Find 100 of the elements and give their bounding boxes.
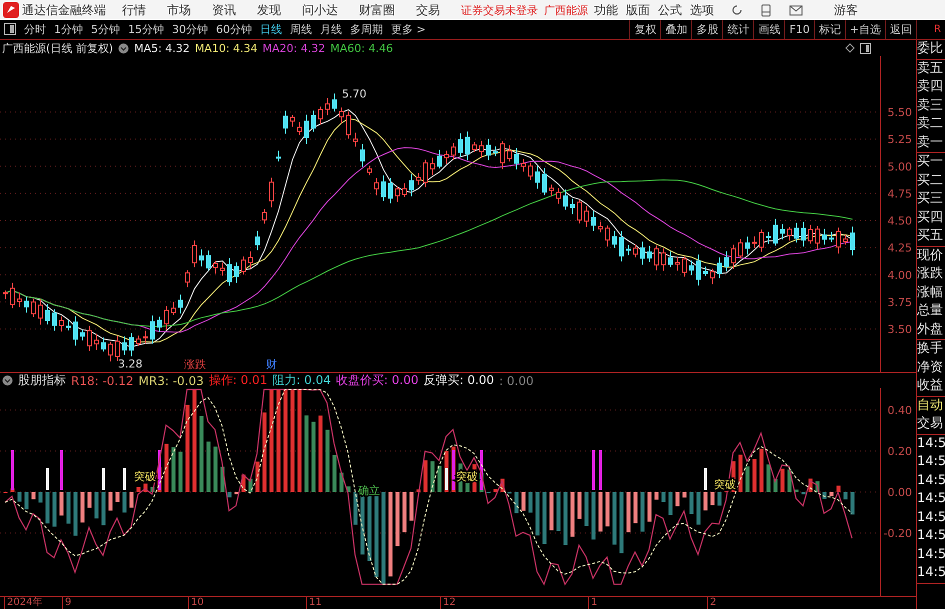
quote-field-label: 14:5: [917, 527, 945, 545]
quote-field-label: 外盘: [917, 320, 944, 338]
quote-field-label: 14:5: [917, 434, 945, 452]
corner-label: R: [916, 20, 945, 39]
price-axis-label: 4.25: [888, 242, 912, 255]
quote-field-label: 14:5: [917, 472, 945, 490]
signal-bar: [123, 468, 126, 490]
indicator-axis-label: 0.40: [888, 404, 912, 417]
quote-field-label: 换手: [917, 340, 944, 358]
mail-icon[interactable]: [789, 4, 803, 16]
menu-item[interactable]: 公式: [658, 2, 682, 18]
period-tab[interactable]: 30分钟: [168, 20, 212, 39]
event-marker[interactable]: 财: [266, 358, 277, 371]
indicator-value: 反弹买: 0.00: [423, 372, 494, 389]
period-tab[interactable]: 日线: [256, 20, 286, 39]
price-axis-label: 4.50: [888, 214, 912, 228]
quote-field-label: 14:5: [917, 508, 945, 526]
indicator-value: : 0.00: [499, 374, 534, 388]
signal-bar: [704, 468, 707, 490]
quote-field-label: 14:5: [917, 564, 945, 582]
toolbar-button[interactable]: F10: [784, 20, 814, 39]
price-axis-label: 5.50: [888, 106, 912, 119]
period-tab[interactable]: 60分钟: [212, 20, 256, 39]
date-axis-label: 11: [306, 597, 322, 609]
date-axis-label: 2: [707, 597, 716, 609]
period-tab[interactable]: 多周期: [346, 20, 387, 39]
date-axis-label: 10: [188, 597, 204, 609]
indicator-axis-label: -0.20: [884, 527, 912, 540]
period-tab[interactable]: 周线: [286, 20, 316, 39]
signal-bar: [46, 468, 49, 490]
period-tab[interactable]: 月线: [316, 20, 346, 39]
chart-title: 广西能源(日线 前复权): [2, 40, 114, 56]
quote-field-label: 现价: [917, 246, 944, 264]
ma-value: MA10: 4.34: [194, 42, 258, 54]
signal-bar: [445, 468, 448, 490]
ma-value: MA20: 4.32: [262, 42, 326, 54]
settings-icon[interactable]: [118, 42, 130, 54]
quote-field-label: 卖一: [917, 134, 944, 152]
menu-item[interactable]: 版面: [626, 2, 650, 18]
quote-field-label: 14:5: [917, 546, 945, 564]
signal-bar: [592, 450, 595, 490]
quote-field-label: 净资: [917, 358, 944, 376]
toolbar-button[interactable]: 画线: [753, 20, 784, 39]
toolbar-button[interactable]: 标记: [814, 20, 845, 39]
price-axis-label: 4.00: [888, 268, 912, 282]
price-axis-label: 4.75: [888, 187, 912, 200]
price-axis-label: 5.00: [888, 160, 912, 174]
low-price-label: 3.28: [118, 357, 142, 370]
toolbar-button[interactable]: +自选: [844, 20, 885, 39]
indicator-value: 阻力: 0.04: [272, 372, 331, 389]
period-tab[interactable]: 更多 >: [387, 20, 430, 39]
date-axis-label: 1: [588, 597, 598, 609]
settings-icon[interactable]: [2, 375, 13, 386]
price-axis-label: 3.75: [888, 296, 912, 309]
signal-bar: [60, 450, 63, 490]
refresh-icon[interactable]: [731, 4, 743, 16]
quote-field-label: 卖四: [917, 78, 944, 96]
panel-toggle-icon[interactable]: [4, 23, 16, 35]
signal-bar: [599, 450, 602, 490]
date-axis-label: 12: [440, 597, 456, 609]
menu-item[interactable]: 发现: [257, 2, 281, 18]
quote-field-label: 自动: [917, 396, 944, 414]
stock-link[interactable]: 广西能源: [544, 2, 588, 18]
login-notice: 证券交易未登录: [461, 2, 538, 18]
signal-bar: [452, 450, 455, 490]
high-price-label: 5.70: [342, 87, 366, 100]
quote-field-label: 买一: [917, 153, 944, 171]
user-label[interactable]: 游客: [834, 2, 858, 18]
toolbar-button[interactable]: 多股: [691, 20, 722, 39]
app-title: 通达信金融终端: [22, 2, 106, 18]
period-tab[interactable]: 5分钟: [87, 20, 124, 39]
period-tab[interactable]: 1分钟: [50, 20, 87, 39]
menu-item[interactable]: 行情: [122, 2, 146, 18]
menu-item[interactable]: 资讯: [212, 2, 236, 18]
menu-item[interactable]: 问小达: [302, 2, 338, 18]
indicator-value: R18: -0.12: [71, 374, 134, 388]
menu-item[interactable]: 市场: [167, 2, 191, 18]
price-axis-label: 5.25: [888, 133, 912, 146]
signal-bar: [102, 468, 105, 490]
ma-value: MA5: 4.32: [134, 42, 190, 54]
price-axis-label: 3.50: [888, 323, 912, 336]
menu-item[interactable]: 选项: [690, 2, 714, 18]
menu-item[interactable]: 财富圈: [359, 2, 395, 18]
toolbar-button[interactable]: 统计: [722, 20, 754, 39]
period-tab[interactable]: 15分钟: [124, 20, 168, 39]
menu-item[interactable]: 交易: [416, 2, 440, 18]
menu-item[interactable]: 功能: [594, 2, 618, 18]
toolbar-button[interactable]: 返回: [885, 20, 916, 39]
period-tab[interactable]: 分时: [20, 20, 50, 39]
quote-field-label: 买二: [917, 172, 944, 190]
indicator-value: MR3: -0.03: [138, 374, 204, 388]
panel-toggle-icon[interactable]: [860, 42, 871, 54]
diamond-icon[interactable]: [845, 43, 855, 53]
toolbar-button[interactable]: 叠加: [660, 20, 692, 39]
toolbar-button[interactable]: 复权: [629, 20, 660, 39]
phone-icon[interactable]: [761, 4, 771, 16]
quote-field-label: 卖五: [917, 60, 944, 78]
event-marker[interactable]: 涨跌: [184, 358, 206, 371]
ma-value: MA60: 4.46: [330, 42, 393, 54]
quote-field-label: 收益: [917, 377, 944, 395]
